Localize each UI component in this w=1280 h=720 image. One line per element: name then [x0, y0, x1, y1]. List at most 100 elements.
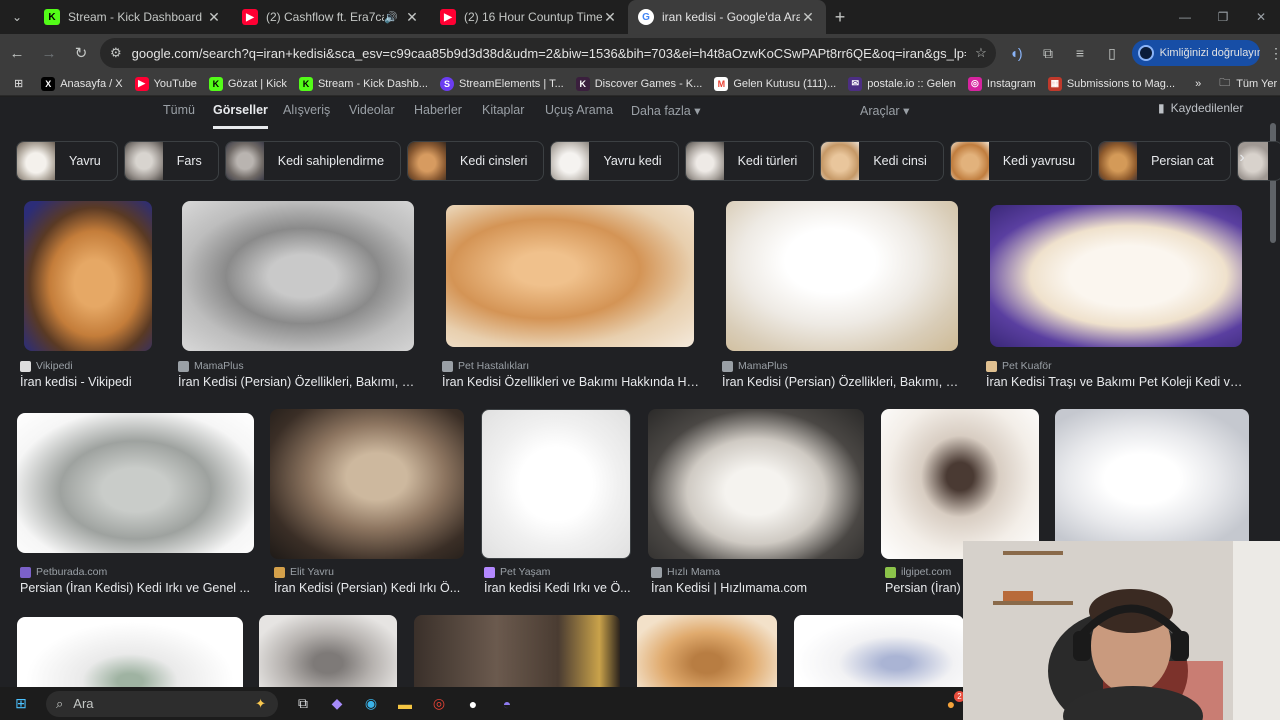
result-image[interactable]	[726, 201, 958, 351]
close-icon[interactable]: ✕	[602, 9, 618, 26]
result-image[interactable]	[270, 409, 464, 559]
copilot-icon[interactable]: ◆	[320, 687, 354, 720]
chip-yavru-kedi[interactable]: Yavru kedi	[550, 141, 679, 181]
image-result[interactable]	[794, 615, 964, 687]
bookmark-star-icon[interactable]: ☆	[966, 45, 996, 61]
all-bookmarks[interactable]: 🗀 Tüm Yer İşaretleri	[1213, 74, 1280, 93]
site-info-icon[interactable]: ⚙	[110, 45, 122, 61]
chip-kedi-sahiplendirme[interactable]: Kedi sahiplendirme	[224, 141, 402, 181]
result-source[interactable]: Vikipedi	[20, 360, 73, 372]
back-icon[interactable]: ←	[2, 38, 32, 68]
close-icon[interactable]: ✕	[206, 9, 222, 26]
result-source[interactable]: ilgipet.com	[885, 566, 951, 578]
chip-kedi-cinsleri[interactable]: Kedi cinsleri	[407, 141, 545, 181]
result-source[interactable]: Pet Yaşam	[484, 566, 550, 578]
result-image[interactable]	[24, 201, 152, 351]
result-title[interactable]: İran Kedisi | Hızlımama.com	[651, 581, 866, 595]
result-image[interactable]	[648, 409, 864, 559]
result-image[interactable]	[259, 615, 397, 687]
image-result[interactable]	[414, 615, 620, 687]
image-result[interactable]: Elit Yavru İran Kedisi (Persian) Kedi Ir…	[270, 409, 464, 595]
result-source[interactable]: MamaPlus	[722, 360, 788, 372]
url-text[interactable]: google.com/search?q=iran+kedisi&sca_esv=…	[132, 46, 966, 61]
tab-countup-timer[interactable]: ▶ (2) 16 Hour Countup Timer - Yo ✕	[430, 0, 628, 34]
chip-kedi-yavrusu[interactable]: Kedi yavrusu	[949, 141, 1093, 181]
tab-shopping[interactable]: Alışveriş	[283, 103, 330, 129]
result-image[interactable]	[481, 409, 631, 559]
result-image[interactable]	[794, 615, 964, 687]
result-image[interactable]	[1055, 409, 1249, 549]
close-window-icon[interactable]: ✕	[1242, 0, 1280, 34]
tab-cashflow[interactable]: ▶ (2) Cashflow ft. Era7capone 🔊 ✕	[232, 0, 430, 34]
tab-all[interactable]: Tümü	[163, 103, 195, 129]
image-result[interactable]: Pet Kuaför İran Kedisi Traşı ve Bakımı P…	[986, 201, 1248, 389]
image-result[interactable]	[17, 617, 243, 687]
result-image[interactable]	[990, 205, 1242, 347]
result-title[interactable]: İran kedisi Kedi Irkı ve Ö...	[484, 581, 634, 595]
windows-start-icon[interactable]: ⊞	[4, 687, 38, 720]
edge-icon[interactable]: ◉	[354, 687, 388, 720]
chrome-icon[interactable]: ◎	[422, 687, 456, 720]
bookmark-streamelements[interactable]: S StreamElements | T...	[434, 76, 570, 91]
result-image[interactable]	[637, 615, 777, 687]
result-source[interactable]: Pet Kuaför	[986, 360, 1052, 372]
chip-kedi-turleri[interactable]: Kedi türleri	[684, 141, 815, 181]
tab-google-search[interactable]: G iran kedisi - Google'da Ara ✕	[628, 0, 826, 34]
result-source[interactable]: Hızlı Mama	[651, 566, 720, 578]
reading-list-icon[interactable]: ≡	[1064, 45, 1096, 61]
tools-button[interactable]: Araçlar ▾	[860, 103, 909, 129]
bookmark-postale[interactable]: ✉ postale.io :: Gelen	[842, 76, 962, 91]
result-image[interactable]	[17, 617, 243, 687]
result-title[interactable]: İran Kedisi (Persian) Özellikleri, Bakım…	[178, 375, 416, 389]
address-bar[interactable]: ⚙ google.com/search?q=iran+kedisi&sca_es…	[100, 38, 996, 68]
result-title[interactable]: İran kedisi - Vikipedi	[20, 375, 156, 389]
chevron-right-icon[interactable]: ›	[1230, 149, 1254, 173]
maximize-icon[interactable]: ❐	[1204, 0, 1242, 34]
bookmark-discover-games[interactable]: K Discover Games - K...	[570, 76, 709, 91]
saved-button[interactable]: ▮ Kaydedilenler	[1158, 101, 1243, 115]
bookmark-instagram[interactable]: ◎ Instagram	[962, 76, 1042, 91]
profile-verify-button[interactable]: Kimliğinizi doğrulayın	[1132, 40, 1260, 66]
result-title[interactable]: Persian (İran)	[885, 581, 965, 595]
taskbar-search[interactable]: ⌕ Ara ✦	[46, 690, 278, 717]
result-source[interactable]: Petburada.com	[20, 566, 107, 578]
read-aloud-icon[interactable]: ◖)	[1000, 45, 1032, 61]
result-source[interactable]: MamaPlus	[178, 360, 244, 372]
image-result[interactable]: Vikipedi İran kedisi - Vikipedi	[20, 201, 156, 389]
tab-search-menu[interactable]: ⌄	[0, 0, 34, 34]
image-result[interactable]: MamaPlus İran Kedisi (Persian) Özellikle…	[722, 201, 962, 389]
bookmark-x[interactable]: X Anasayfa / X	[35, 76, 128, 91]
image-result[interactable]: Pet Hastalıkları İran Kedisi Özellikleri…	[442, 201, 700, 389]
speaker-icon[interactable]: 🔊	[384, 11, 398, 24]
image-result[interactable]: Pet Yaşam İran kedisi Kedi Irkı ve Ö...	[481, 409, 633, 595]
image-result[interactable]	[1055, 409, 1249, 549]
reload-icon[interactable]: ↻	[66, 38, 96, 68]
forward-icon[interactable]: →	[34, 38, 64, 68]
chip-fars[interactable]: Fars	[123, 141, 219, 181]
chip-yavru[interactable]: Yavru	[16, 141, 118, 181]
obs-icon[interactable]: ●	[456, 687, 490, 720]
bookmark-kick-dashboard[interactable]: K Stream - Kick Dashb...	[293, 76, 434, 91]
sidebar-icon[interactable]: ▯	[1096, 45, 1128, 62]
task-view-icon[interactable]: ⧉	[286, 687, 320, 720]
image-result[interactable]	[637, 615, 777, 687]
tab-news[interactable]: Haberler	[414, 103, 462, 129]
close-icon[interactable]: ✕	[404, 9, 420, 26]
image-result[interactable]: MamaPlus İran Kedisi (Persian) Özellikle…	[178, 201, 416, 389]
tab-flights[interactable]: Uçuş Arama	[545, 103, 613, 129]
menu-icon[interactable]: ⋮	[1260, 45, 1280, 62]
result-title[interactable]: Persian (İran Kedisi) Kedi Irkı ve Genel…	[20, 581, 256, 595]
discord-icon[interactable]: ◓	[490, 687, 524, 720]
bookmark-gmail[interactable]: M Gelen Kutusu (111)...	[708, 76, 842, 91]
close-icon[interactable]: ✕	[800, 9, 816, 26]
extensions-icon[interactable]: ⧉	[1032, 45, 1064, 62]
image-result[interactable]	[259, 615, 397, 687]
result-image[interactable]	[881, 409, 1039, 559]
apps-icon[interactable]: ⊞	[0, 77, 35, 90]
result-title[interactable]: İran Kedisi (Persian) Özellikleri, Bakım…	[722, 375, 962, 389]
result-source[interactable]: Elit Yavru	[274, 566, 334, 578]
file-explorer-icon[interactable]: ▬	[388, 687, 422, 720]
tab-images[interactable]: Görseller	[213, 103, 268, 129]
result-source[interactable]: Pet Hastalıkları	[442, 360, 529, 372]
image-result[interactable]: Hızlı Mama İran Kedisi | Hızlımama.com	[646, 409, 866, 595]
